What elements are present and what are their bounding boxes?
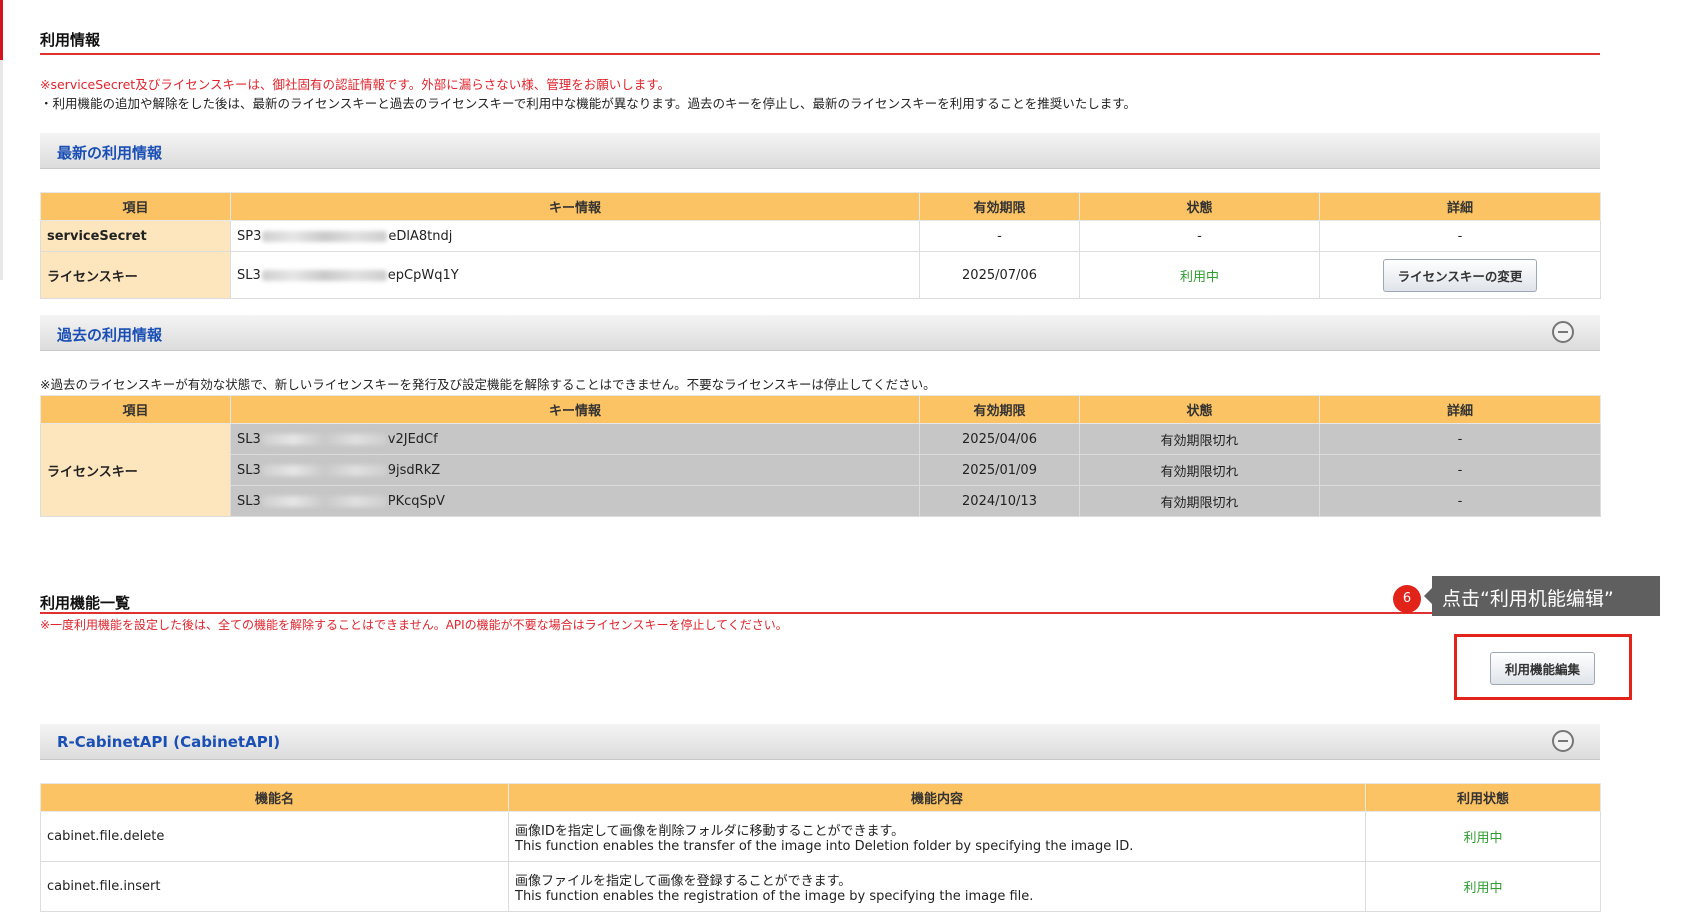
past-panel-title: 過去の利用情報 [57, 326, 163, 344]
col-detail: 詳細 [1319, 395, 1601, 424]
table-row: cabinet.file.insert 画像ファイルを指定して画像を登録すること… [40, 861, 1601, 912]
status-badge: 利用中 [1365, 811, 1601, 862]
cabinet-panel-header: R-CabinetAPI (CabinetAPI) [40, 724, 1600, 760]
table-row: ライセンスキー SL3 epCpWq1Y 2025/07/06 利用中 ライセンス… [40, 251, 1601, 299]
key-suffix: PKcqSpV [387, 493, 445, 509]
redacted-key [261, 269, 387, 281]
cabinet-panel-title: R-CabinetAPI (CabinetAPI) [57, 733, 281, 751]
usage-info-rule [40, 53, 1600, 55]
function-name: cabinet.file.delete [40, 811, 509, 862]
status-badge: 利用中 [1365, 861, 1601, 912]
col-expiry: 有効期限 [919, 395, 1080, 424]
col-function-name: 機能名 [40, 783, 509, 812]
key-cell: SL3 v2JEdCf [230, 423, 920, 455]
features-rule [40, 612, 1460, 614]
usage-info-red-note: ※serviceSecret及びライセンスキーは、御社固有の認証情報です。外部に… [40, 77, 670, 92]
key-suffix: epCpWq1Y [387, 267, 459, 283]
change-license-key-button[interactable]: ライセンスキーの変更 [1382, 258, 1538, 292]
function-desc: 画像ファイルを指定して画像を登録することができます。 This function… [508, 861, 1366, 912]
col-usage-status: 利用状態 [1365, 783, 1601, 812]
col-key: キー情報 [230, 395, 920, 424]
edit-features-button[interactable]: 利用機能編集 [1490, 652, 1596, 685]
expiry-cell: 2025/01/09 [919, 454, 1080, 486]
left-edge-marker [0, 0, 3, 60]
key-suffix: 9jsdRkZ [387, 462, 441, 478]
key-cell: SL3 PKcqSpV [230, 485, 920, 517]
cabinet-table: 機能名 機能内容 利用状態 cabinet.file.delete 画像IDを指… [40, 783, 1601, 912]
row-item: ライセンスキー [40, 423, 231, 517]
col-item: 項目 [40, 395, 231, 424]
key-suffix: eDlA8tndj [388, 228, 453, 244]
function-desc: 画像IDを指定して画像を削除フォルダに移動することができます。 This fun… [508, 811, 1366, 862]
expiry-cell: 2025/07/06 [919, 251, 1080, 299]
col-key: キー情報 [230, 192, 920, 221]
status-badge: 利用中 [1079, 251, 1320, 299]
key-cell: SL3 9jsdRkZ [230, 454, 920, 486]
desc-ja: 画像IDを指定して画像を削除フォルダに移動することができます。 [515, 823, 905, 839]
detail-cell: - [1319, 220, 1601, 252]
status-cell: 有効期限切れ [1079, 423, 1320, 455]
key-prefix: SL3 [237, 431, 261, 447]
col-expiry: 有効期限 [919, 192, 1080, 221]
key-suffix: v2JEdCf [387, 431, 438, 447]
instruction-tooltip: 点击“利用机能编辑” [1424, 576, 1660, 616]
desc-en: This function enables the registration o… [515, 888, 1034, 904]
key-prefix: SL3 [237, 267, 261, 283]
usage-info-note: ・利用機能の追加や解除をした後は、最新のライセンスキーと過去のライセンスキーで利… [40, 96, 1137, 111]
detail-cell: - [1319, 485, 1601, 517]
status-cell: 有効期限切れ [1079, 485, 1320, 517]
status-cell: 有効期限切れ [1079, 454, 1320, 486]
collapse-icon[interactable] [1552, 730, 1574, 752]
status-cell: - [1079, 220, 1320, 252]
table-row: ライセンスキー SL3 v2JEdCf 2025/04/06 有効期限切れ - [40, 423, 1601, 517]
past-panel-header: 過去の利用情報 [40, 315, 1600, 351]
col-status: 状態 [1079, 192, 1320, 221]
col-status: 状態 [1079, 395, 1320, 424]
redacted-key [261, 464, 387, 476]
detail-cell: - [1319, 423, 1601, 455]
col-function-desc: 機能内容 [508, 783, 1366, 812]
past-note: ※過去のライセンスキーが有効な状態で、新しいライセンスキーを発行及び設定機能を解… [40, 377, 936, 392]
table-row: serviceSecret SP3 eDlA8tndj - - - [40, 220, 1601, 252]
row-item: serviceSecret [40, 220, 231, 252]
expiry-cell: - [919, 220, 1080, 252]
key-cell: SP3 eDlA8tndj [230, 220, 920, 252]
step-number-badge: 6 [1393, 585, 1421, 613]
desc-ja: 画像ファイルを指定して画像を登録することができます。 [515, 873, 852, 889]
features-red-note: ※一度利用機能を設定した後は、全ての機能を解除することはできません。APIの機能… [40, 618, 788, 632]
past-table: 項目 キー情報 有効期限 状態 詳細 ライセンスキー SL3 v2JEdCf 20… [40, 395, 1601, 517]
left-edge-line [0, 60, 3, 280]
collapse-icon[interactable] [1552, 321, 1574, 343]
expiry-cell: 2025/04/06 [919, 423, 1080, 455]
redacted-key [261, 495, 387, 507]
row-item: ライセンスキー [40, 251, 231, 299]
col-detail: 詳細 [1319, 192, 1601, 221]
redacted-key [262, 230, 388, 242]
desc-en: This function enables the transfer of th… [515, 838, 1134, 854]
key-cell: SL3 epCpWq1Y [230, 251, 920, 299]
function-name: cabinet.file.insert [40, 861, 509, 912]
detail-cell: - [1319, 454, 1601, 486]
col-item: 項目 [40, 192, 231, 221]
table-row: SL3 PKcqSpV 2024/10/13 有効期限切れ - [41, 485, 1601, 517]
table-row: cabinet.file.delete 画像IDを指定して画像を削除フォルダに移… [40, 811, 1601, 862]
key-prefix: SL3 [237, 493, 261, 509]
key-prefix: SP3 [237, 228, 262, 244]
key-prefix: SL3 [237, 462, 261, 478]
detail-cell: ライセンスキーの変更 [1319, 251, 1601, 299]
expiry-cell: 2024/10/13 [919, 485, 1080, 517]
features-title: 利用機能一覧 [40, 594, 131, 612]
table-row: SL3 9jsdRkZ 2025/01/09 有効期限切れ - [41, 454, 1601, 486]
latest-panel-title: 最新の利用情報 [57, 144, 163, 162]
latest-table: 項目 キー情報 有効期限 状態 詳細 serviceSecret SP3 eDlA… [40, 192, 1601, 299]
usage-info-title: 利用情報 [40, 31, 101, 49]
redacted-key [261, 433, 387, 445]
latest-panel-header: 最新の利用情報 [40, 133, 1600, 169]
